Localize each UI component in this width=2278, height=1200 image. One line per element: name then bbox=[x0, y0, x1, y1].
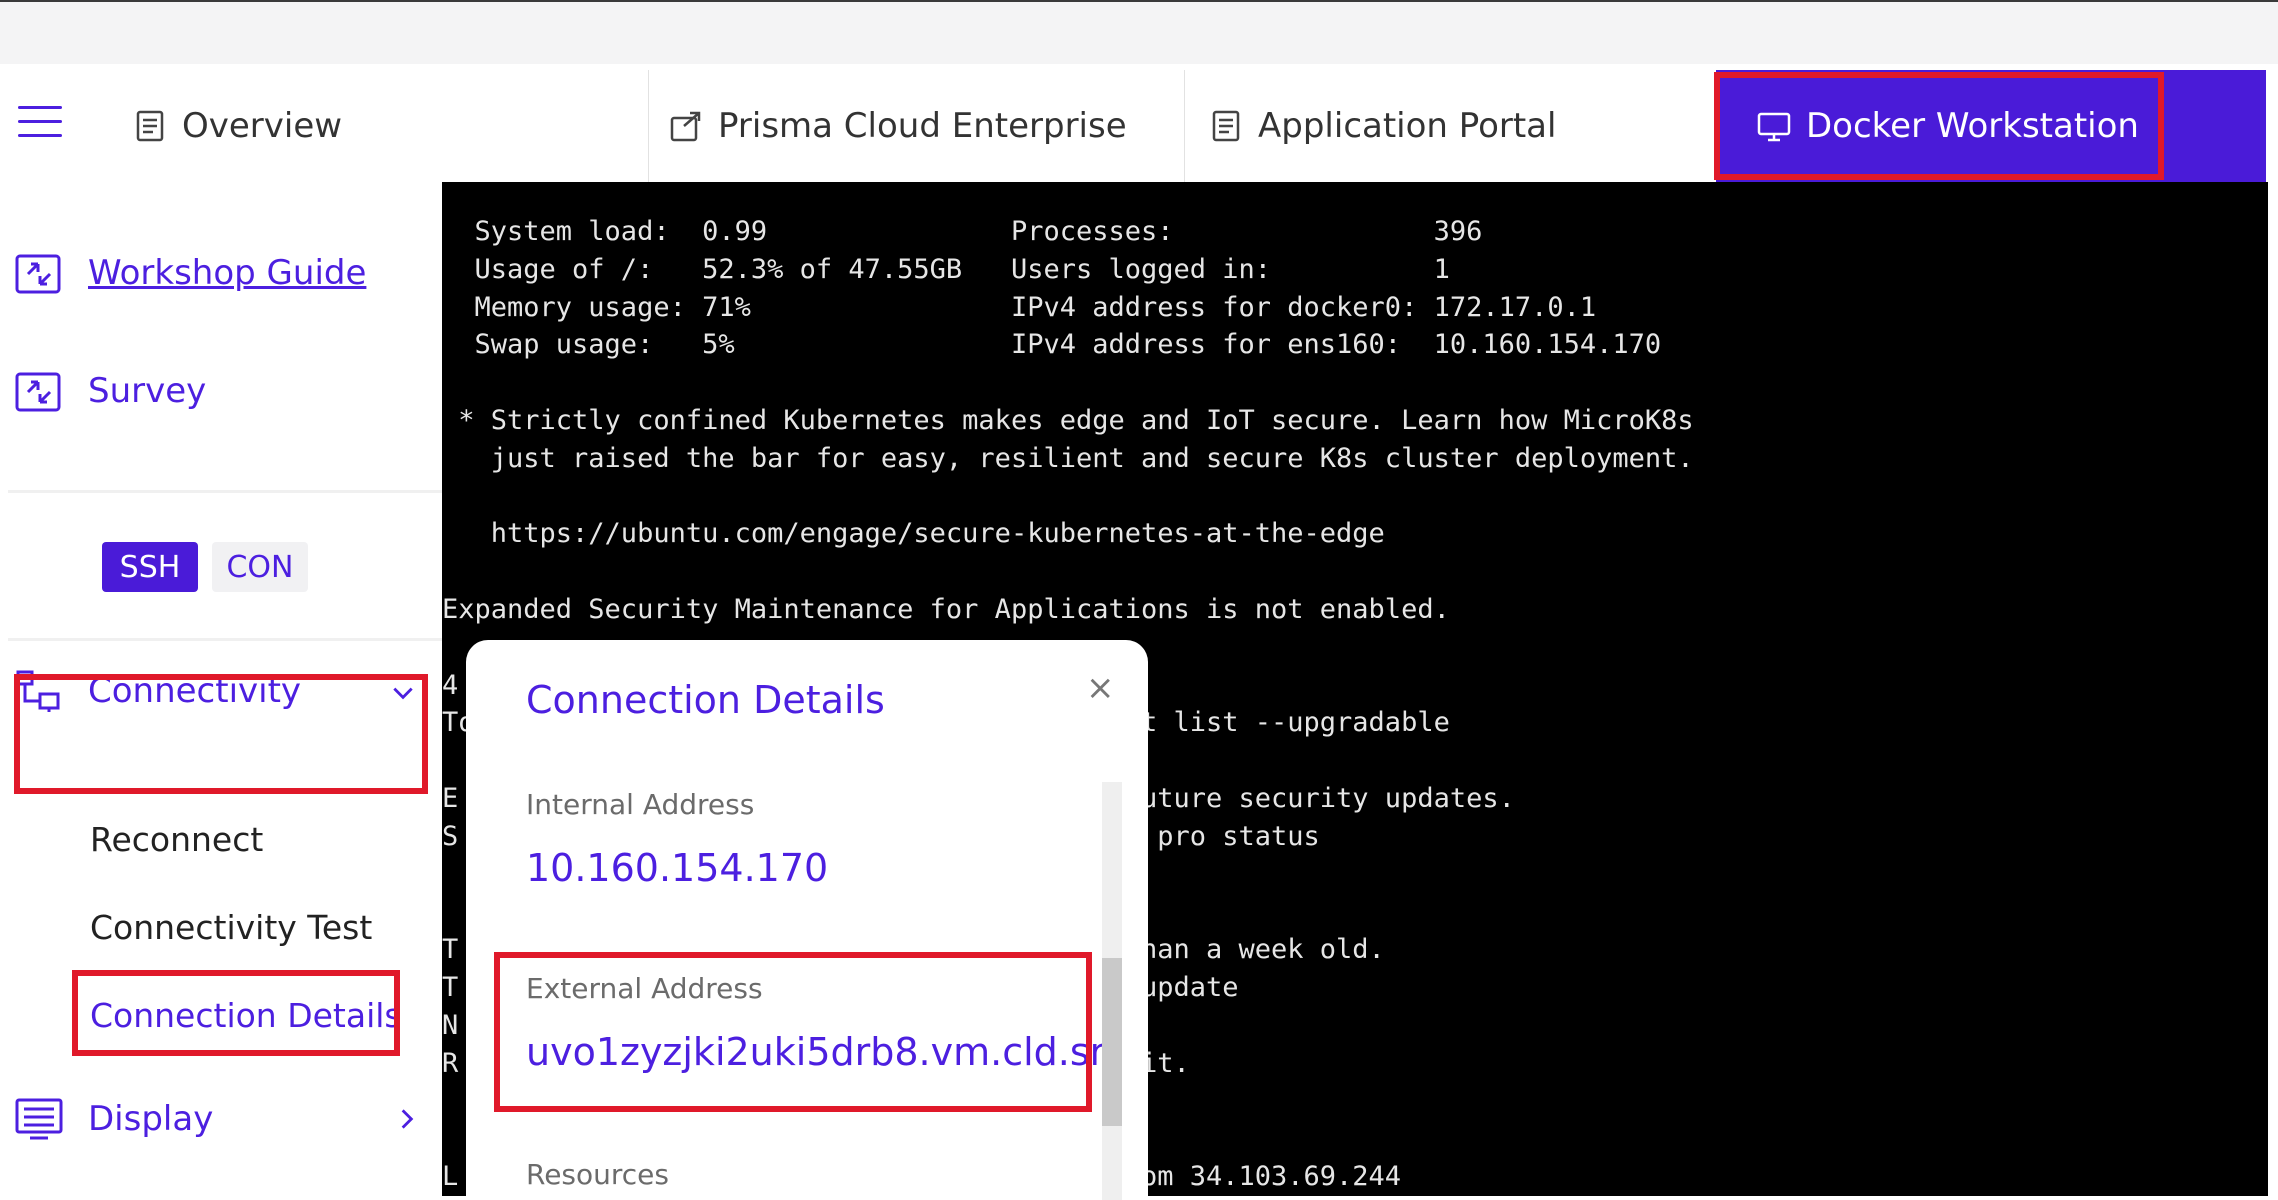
guide-icon bbox=[15, 254, 61, 294]
tab-label: Docker Workstation bbox=[1806, 106, 2139, 146]
tab-label: Prisma Cloud Enterprise bbox=[718, 106, 1127, 146]
con-label: CON bbox=[226, 549, 294, 585]
terminal-line: N bbox=[442, 1009, 459, 1041]
terminal-line: https://ubuntu.com/engage/secure-kuberne… bbox=[442, 518, 1385, 550]
con-button[interactable]: CON bbox=[212, 542, 308, 592]
external-address-label: External Address bbox=[526, 972, 763, 1005]
terminal-line: 4 bbox=[442, 669, 459, 701]
terminal-line: Usage of /: 52.3% of 47.55GB Users logge… bbox=[442, 253, 1450, 285]
tab-label: Application Portal bbox=[1258, 106, 1557, 146]
browser-top-strip bbox=[0, 0, 2278, 64]
terminal-line: System load: 0.99 Processes: 396 bbox=[442, 216, 1483, 247]
sidebar-item-workshop-guide[interactable]: Workshop Guide bbox=[14, 250, 366, 296]
sidebar-item-connection-details[interactable]: Connection Details bbox=[90, 996, 402, 1035]
modal-scrollbar-thumb[interactable] bbox=[1102, 958, 1122, 1126]
external-link-icon bbox=[670, 111, 701, 142]
sidebar-item-connectivity-test[interactable]: Connectivity Test bbox=[90, 908, 372, 947]
tab-application-portal[interactable]: Application Portal bbox=[1208, 70, 1708, 182]
divider bbox=[8, 490, 442, 493]
tab-label: Overview bbox=[182, 106, 343, 146]
workshop-guide-link[interactable]: Workshop Guide bbox=[88, 253, 366, 293]
tab-prisma-cloud[interactable]: Prisma Cloud Enterprise bbox=[668, 70, 1188, 182]
terminal-line: * Strictly confined Kubernetes makes edg… bbox=[442, 405, 1694, 436]
terminal-line: just raised the bar for easy, resilient … bbox=[442, 442, 1694, 474]
sidebar-item-connectivity[interactable]: Connectivity bbox=[14, 668, 424, 714]
display-settings-icon bbox=[15, 1098, 63, 1140]
survey-link: Survey bbox=[88, 371, 207, 411]
chevron-down-icon[interactable] bbox=[390, 680, 416, 706]
connectivity-label: Connectivity bbox=[88, 671, 302, 711]
monitor-icon bbox=[1757, 112, 1791, 142]
terminal-line: Memory usage: 71% IPv4 address for docke… bbox=[442, 291, 1597, 323]
chevron-right-icon[interactable] bbox=[394, 1106, 420, 1132]
external-address-value[interactable]: uvo1zyzjki2uki5drb8.vm.cld.sr bbox=[526, 1030, 1105, 1074]
survey-icon bbox=[15, 372, 61, 412]
tab-overview[interactable]: Overview bbox=[132, 70, 652, 182]
ssh-label: SSH bbox=[119, 549, 181, 585]
resources-label: Resources bbox=[526, 1158, 669, 1191]
document-icon bbox=[136, 110, 164, 142]
tab-bar: Overview Prisma Cloud Enterprise Applica… bbox=[8, 70, 2266, 183]
terminal-line: Expanded Security Maintenance for Applic… bbox=[442, 594, 1450, 625]
close-icon[interactable]: × bbox=[1086, 668, 1115, 708]
divider bbox=[8, 638, 442, 641]
sidebar-item-survey[interactable]: Survey bbox=[14, 368, 206, 414]
terminal-line: Swap usage: 5% IPv4 address for ens160: … bbox=[442, 329, 1662, 361]
sidebar-item-display[interactable]: Display bbox=[14, 1096, 424, 1142]
internal-address-label: Internal Address bbox=[526, 788, 755, 821]
connection-details-modal: Connection Details × Internal Address 10… bbox=[466, 640, 1148, 1200]
hamburger-menu-icon[interactable] bbox=[18, 106, 62, 140]
display-label: Display bbox=[88, 1099, 214, 1139]
network-icon bbox=[16, 670, 60, 712]
document-icon bbox=[1212, 110, 1240, 142]
modal-title: Connection Details bbox=[526, 678, 885, 722]
sidebar: Workshop Guide Survey SSH CON Connectivi… bbox=[8, 182, 442, 1196]
ssh-button[interactable]: SSH bbox=[102, 542, 198, 592]
sidebar-item-reconnect[interactable]: Reconnect bbox=[90, 820, 263, 859]
internal-address-value[interactable]: 10.160.154.170 bbox=[526, 846, 828, 890]
tab-docker-workstation[interactable]: Docker Workstation bbox=[1716, 70, 2266, 182]
